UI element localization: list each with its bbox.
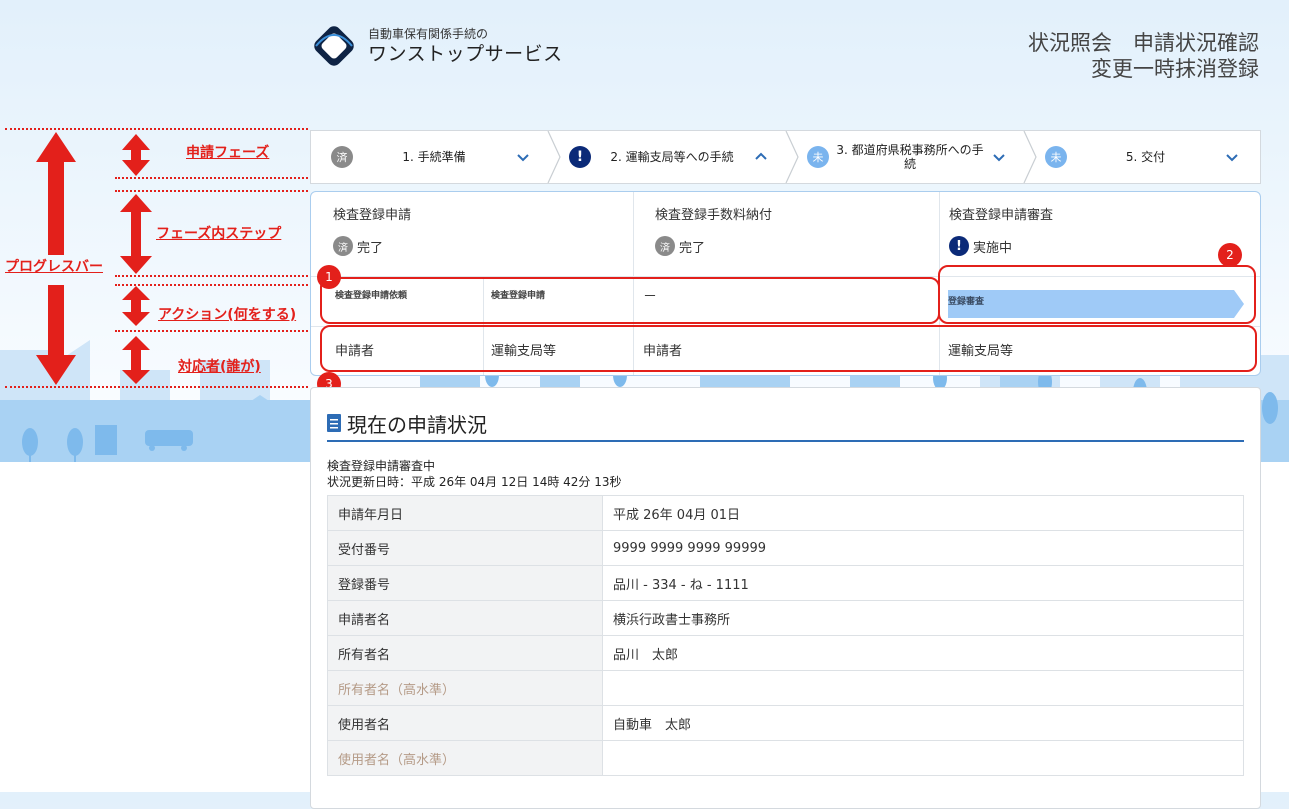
phase-tab-4[interactable]: 未 5. 交付: [1025, 131, 1258, 183]
step-status-text: 実施中: [973, 240, 1013, 256]
row-key: 所有者名: [327, 635, 603, 671]
phase-tab-1[interactable]: 済 1. 手続準備: [311, 131, 561, 183]
phase-separator: [547, 131, 561, 183]
step-title: 検査登録手数料納付: [655, 208, 773, 223]
step-status: 済 完了: [655, 236, 705, 256]
phase-label: 1. 手続準備: [402, 150, 466, 164]
annotation-label-step: フェーズ内ステップ: [156, 226, 282, 242]
chevron-up-icon[interactable]: [753, 149, 769, 165]
step-application-review: 検査登録申請審査 ! 実施中: [939, 192, 1259, 276]
card-heading: 現在の申請状況: [327, 406, 1244, 442]
annotation-label-action: アクション(何をする): [158, 307, 297, 323]
table-row: 所有者名（高水準）: [327, 670, 1244, 706]
row-key: 使用者名（高水準）: [327, 740, 603, 776]
row-value: [602, 740, 1244, 776]
annotation-box-actor: [320, 325, 1257, 372]
table-row: 申請者名 横浜行政書士事務所: [327, 600, 1244, 636]
annotation-label-progress-bar: プログレスバー: [5, 259, 103, 275]
row-value: 9999 9999 9999 99999: [602, 530, 1244, 566]
row-value: [602, 670, 1244, 706]
phase-tab-3[interactable]: 未 3. 都道府県税事務所への手続: [787, 131, 1037, 183]
row-key: 受付番号: [327, 530, 603, 566]
annotation-label-phase: 申請フェーズ: [186, 145, 270, 161]
annotation-number-1: 1: [317, 265, 341, 289]
phase-label: 5. 交付: [1125, 150, 1166, 164]
phase-separator: [1023, 131, 1037, 183]
current-status-card: 現在の申請状況 検査登録申請審査中 状況更新日時：平成 26年 04月 12日 …: [310, 387, 1261, 809]
annotation-arrows: [36, 132, 152, 385]
done-badge-icon: 済: [333, 236, 353, 256]
step-status: 済 完了: [333, 236, 383, 256]
annotation-label-actor: 対応者(誰が): [178, 359, 261, 375]
todo-badge-icon: 未: [807, 146, 829, 168]
row-key: 申請年月日: [327, 495, 603, 531]
in-progress-badge-icon: !: [569, 146, 591, 168]
page-title-line2: 変更一時抹消登録: [1091, 57, 1259, 81]
table-row: 所有者名 品川 太郎: [327, 635, 1244, 671]
step-status: ! 実施中: [949, 236, 1012, 256]
document-icon: [327, 414, 341, 432]
row-value: 品川 - 334 - ね - 1111: [602, 565, 1244, 601]
phase-label: 2. 運輸支局等への手続: [610, 150, 734, 164]
status-summary: 検査登録申請審査中 状況更新日時：平成 26年 04月 12日 14時 42分 …: [327, 458, 622, 490]
step-fee-payment: 検査登録手数料納付 済 完了: [633, 192, 939, 276]
chevron-down-icon[interactable]: [991, 149, 1007, 165]
row-value: 品川 太郎: [602, 635, 1244, 671]
page-title-line1: 状況照会 申請状況確認: [1028, 31, 1259, 55]
step-status-text: 完了: [679, 240, 706, 256]
logo-subtitle: 自動車保有関係手続の: [368, 27, 489, 41]
table-row: 受付番号 9999 9999 9999 99999: [327, 530, 1244, 566]
phase-label: 3. 都道府県税事務所への手続: [836, 143, 984, 171]
step-status-text: 完了: [357, 240, 384, 256]
step-title: 検査登録申請: [333, 208, 412, 223]
status-updated-time: 状況更新日時：平成 26年 04月 12日 14時 42分 13秒: [327, 475, 622, 489]
todo-badge-icon: 未: [1045, 146, 1067, 168]
logo-title: ワンストップサービス: [368, 43, 563, 65]
annotation-box-action: [320, 277, 940, 324]
step-title: 検査登録申請審査: [949, 208, 1054, 223]
phase-progress-bar: 済 1. 手続準備 ! 2. 運輸支局等への手続 未 3. 都道府県税事務所への…: [310, 130, 1261, 184]
row-key: 所有者名（高水準）: [327, 670, 603, 706]
step-inspection-application: 検査登録申請 済 完了: [311, 192, 633, 276]
done-badge-icon: 済: [655, 236, 675, 256]
annotation-number-2: 2: [1218, 243, 1242, 267]
row-key: 使用者名: [327, 705, 603, 741]
chevron-down-icon[interactable]: [1224, 149, 1240, 165]
table-row: 申請年月日 平成 26年 04月 01日: [327, 495, 1244, 531]
table-row: 登録番号 品川 - 334 - ね - 1111: [327, 565, 1244, 601]
row-key: 申請者名: [327, 600, 603, 636]
in-progress-badge-icon: !: [949, 236, 969, 256]
diamond-logo-icon: [314, 26, 354, 66]
table-row: 使用者名（高水準）: [327, 740, 1244, 776]
page-title: 状況照会 申請状況確認 変更一時抹消登録: [1028, 30, 1259, 82]
service-logo[interactable]: 自動車保有関係手続の ワンストップサービス: [308, 20, 563, 72]
annotation-box-current-action: [938, 265, 1256, 324]
section-title: 現在の申請状況: [347, 412, 487, 437]
phase-tab-2[interactable]: ! 2. 運輸支局等への手続: [549, 131, 799, 183]
application-info-table: 申請年月日 平成 26年 04月 01日 受付番号 9999 9999 9999 9…: [327, 495, 1244, 776]
row-value: 自動車 太郎: [602, 705, 1244, 741]
done-badge-icon: 済: [331, 146, 353, 168]
row-key: 登録番号: [327, 565, 603, 601]
row-value: 平成 26年 04月 01日: [602, 495, 1244, 531]
row-value: 横浜行政書士事務所: [602, 600, 1244, 636]
chevron-down-icon[interactable]: [515, 149, 531, 165]
status-state: 検査登録申請審査中: [327, 459, 436, 473]
table-row: 使用者名 自動車 太郎: [327, 705, 1244, 741]
phase-separator: [785, 131, 799, 183]
